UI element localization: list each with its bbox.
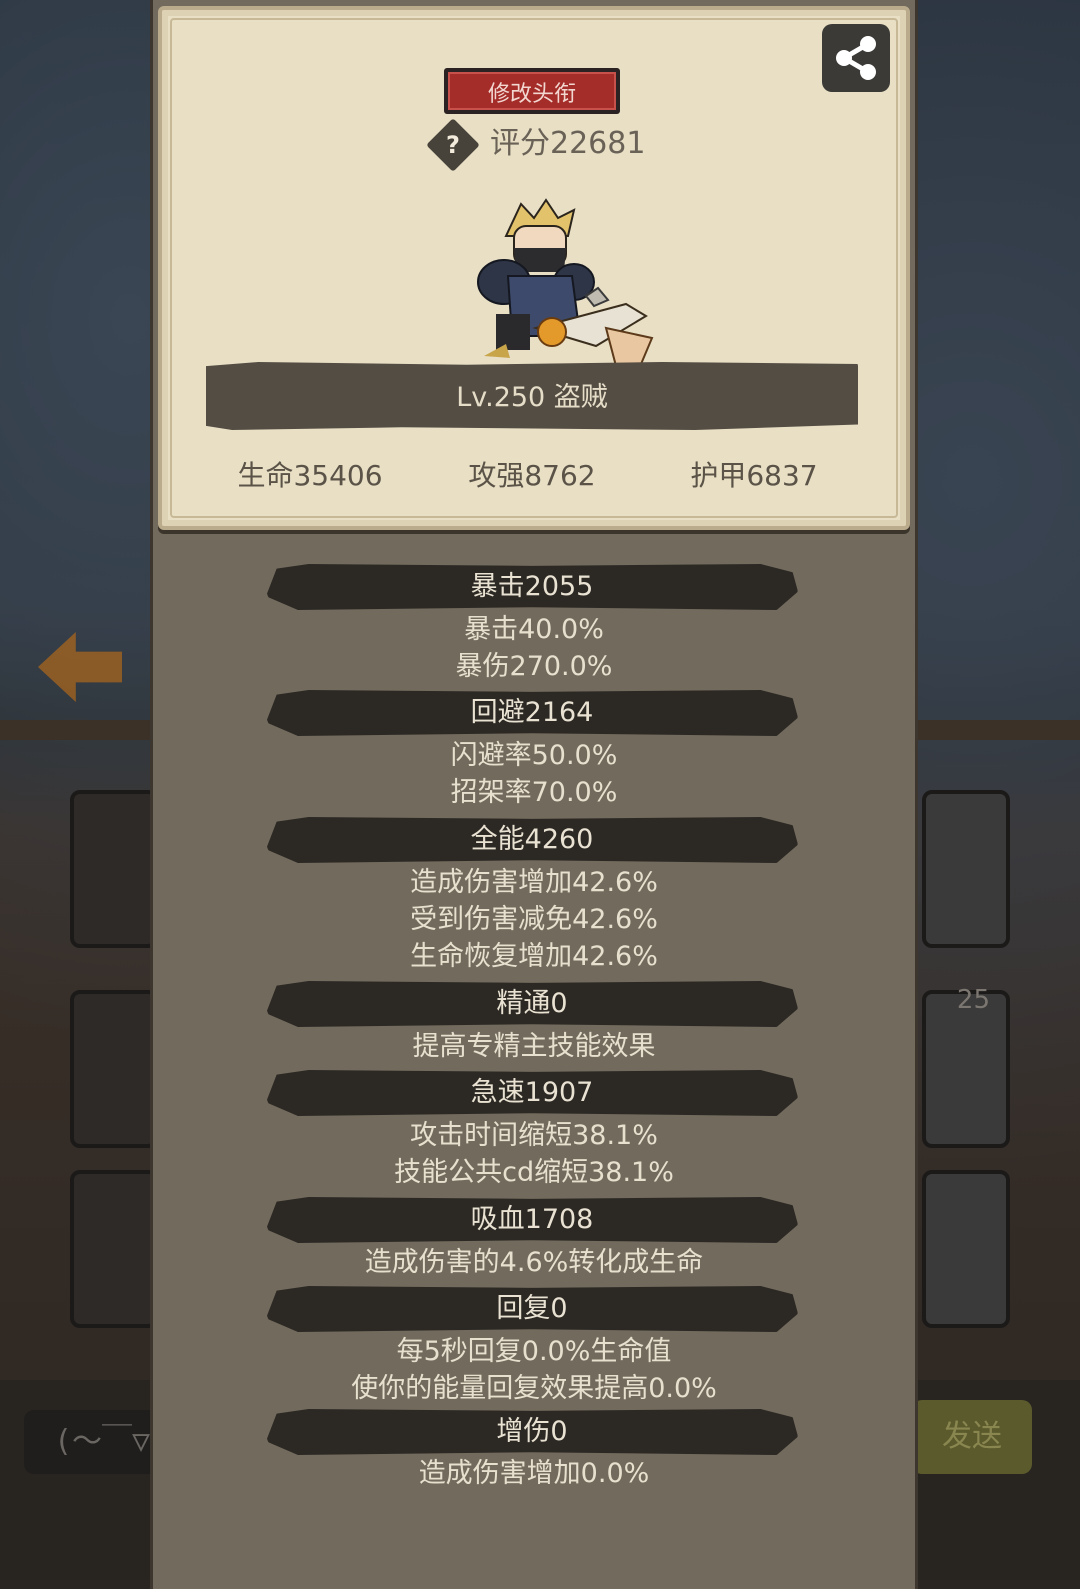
attr-detail: 造成伤害增加42.6% — [410, 867, 658, 898]
attr-detail: 每5秒回复0.0%生命值 — [396, 1336, 672, 1367]
background-slot — [922, 1170, 1010, 1328]
armor-stat: 护甲6837 — [690, 459, 818, 492]
attr-detail: 攻击时间缩短38.1% — [410, 1120, 658, 1151]
background-slot — [70, 790, 158, 948]
attr-title: 暴击2055 — [470, 571, 594, 602]
score-text: 评分22681 — [490, 126, 646, 161]
attr-title: 回复0 — [496, 1293, 568, 1324]
attr-detail: 造成伤害增加0.0% — [418, 1458, 650, 1489]
attr-title: 回避2164 — [470, 697, 594, 728]
attack-stat: 攻强8762 — [468, 459, 596, 492]
share-button[interactable] — [822, 24, 890, 92]
send-button[interactable]: 发送 — [912, 1400, 1032, 1474]
attr-detail: 暴击40.0% — [464, 614, 604, 645]
level-class-text: Lv.250 盗贼 — [456, 382, 608, 413]
attr-detail: 招架率70.0% — [450, 777, 618, 808]
attr-detail: 受到伤害减免42.6% — [410, 904, 658, 935]
attr-detail: 使你的能量回复效果提高0.0% — [351, 1373, 717, 1404]
background-slot — [70, 1170, 158, 1328]
attr-title: 吸血1708 — [470, 1204, 594, 1235]
background-badge-count: 25 — [956, 985, 990, 1015]
hero-avatar — [477, 198, 654, 378]
attr-detail: 技能公共cd缩短38.1% — [394, 1157, 674, 1188]
share-icon — [836, 36, 876, 80]
attr-title: 精通0 — [496, 988, 568, 1019]
attr-detail: 提高专精主技能效果 — [412, 1031, 656, 1062]
emote-input[interactable]: (～￣▽ — [24, 1410, 164, 1474]
attr-detail: 造成伤害的4.6%转化成生命 — [364, 1247, 704, 1278]
background-slot — [922, 790, 1010, 948]
attr-detail: 闪避率50.0% — [450, 740, 618, 771]
edit-title-button[interactable]: 修改头衔 — [444, 68, 620, 114]
hp-stat: 生命35406 — [237, 459, 383, 492]
attr-title: 全能4260 — [470, 824, 594, 855]
attr-detail: 暴伤270.0% — [455, 651, 613, 682]
background-slot — [70, 990, 158, 1148]
attr-title: 急速1907 — [470, 1077, 594, 1108]
attr-title: 增伤0 — [496, 1416, 568, 1447]
help-question-mark: ? — [446, 131, 460, 159]
attr-detail: 生命恢复增加42.6% — [410, 941, 658, 972]
